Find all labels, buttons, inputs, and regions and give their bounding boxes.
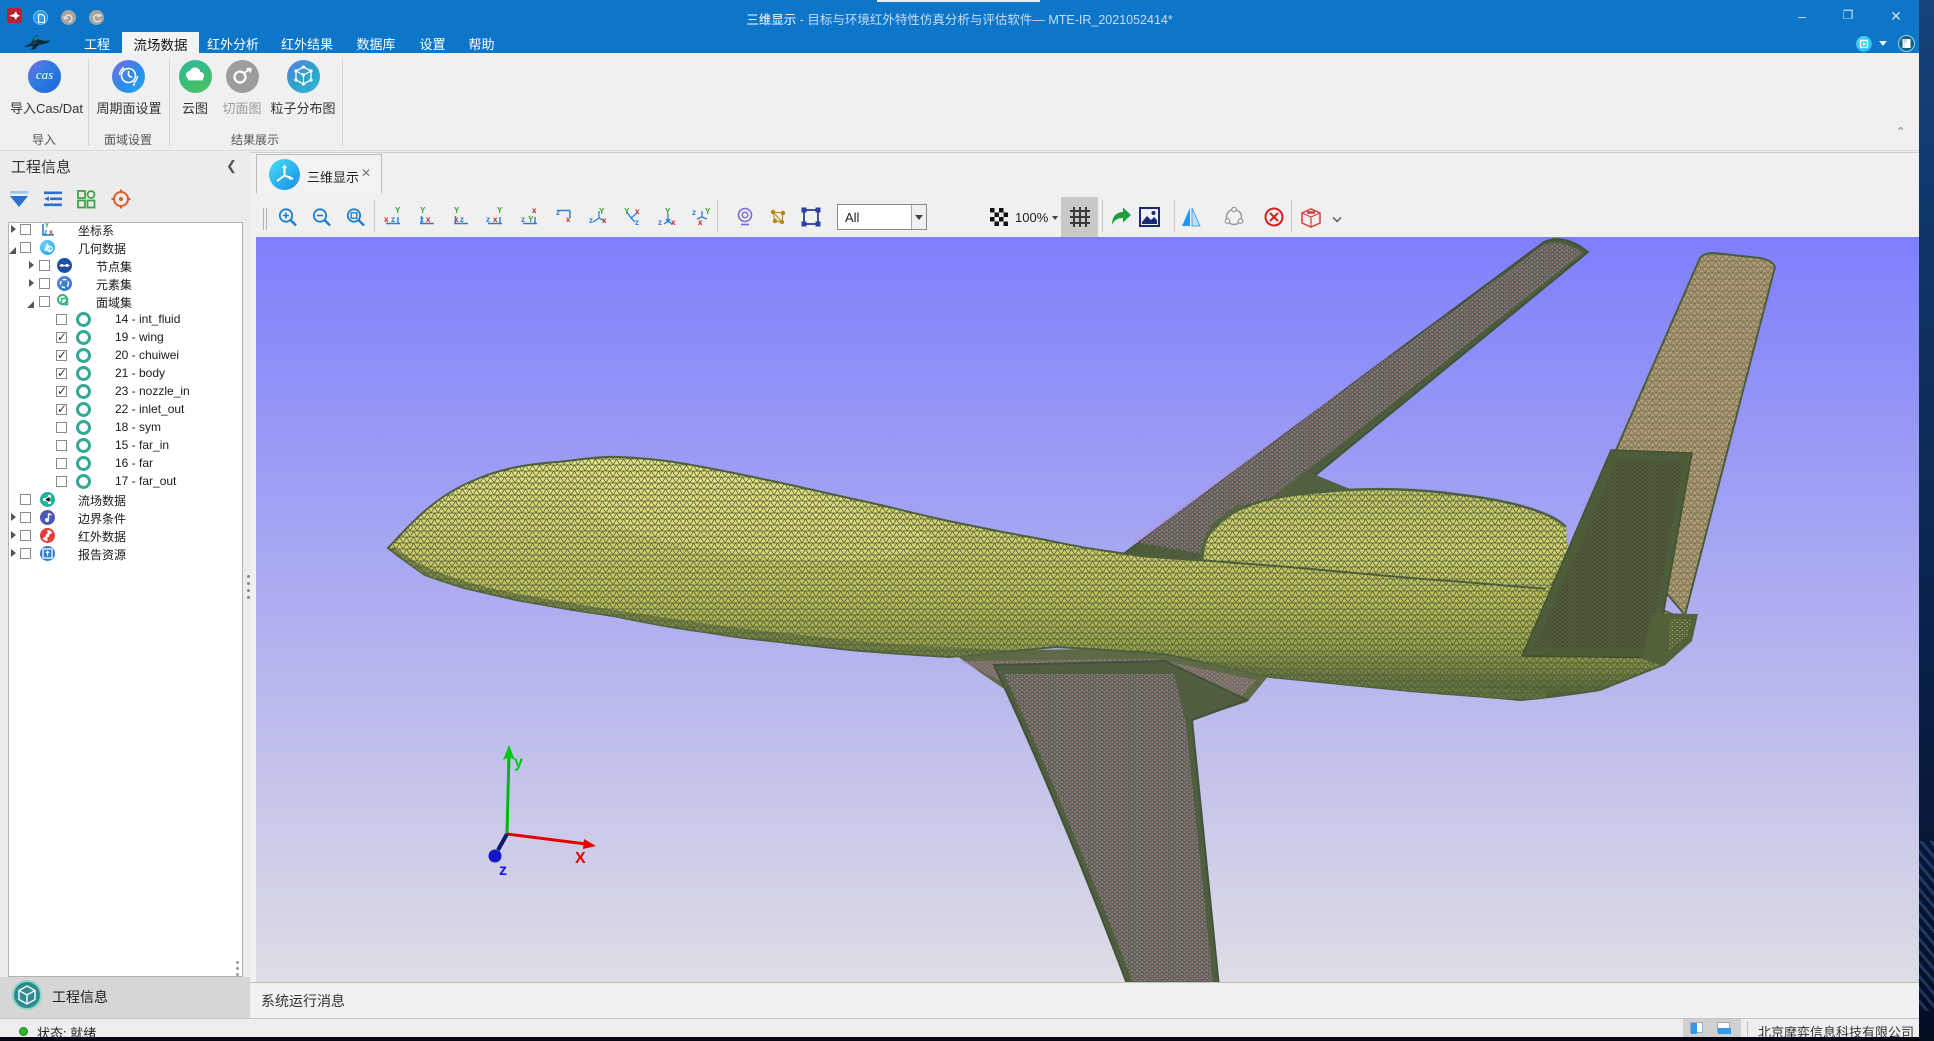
svg-text:Y: Y [420, 206, 426, 215]
svg-text:z: z [499, 862, 507, 879]
svg-text:x: x [49, 230, 53, 237]
svg-text:z: z [486, 215, 490, 224]
svg-text:x: x [698, 218, 703, 227]
svg-text:x: x [671, 218, 676, 227]
svg-text:z: z [44, 230, 48, 237]
svg-text:z: z [391, 215, 395, 224]
svg-text:z: z [521, 215, 525, 224]
svg-text:y: y [514, 754, 523, 771]
svg-text:Y: Y [395, 206, 401, 215]
svg-text:z: z [556, 208, 560, 217]
svg-text:x: x [384, 215, 389, 224]
svg-text:x: x [426, 215, 431, 224]
svg-text:x: x [454, 215, 459, 224]
svg-text:z: z [692, 208, 696, 217]
svg-text:z: z [589, 216, 593, 225]
svg-text:Y: Y [599, 207, 605, 216]
svg-text:z: z [460, 215, 464, 224]
svg-text:Y: Y [497, 206, 503, 215]
svg-text:Y: Y [528, 215, 534, 224]
svg-text:Y: Y [705, 207, 711, 216]
svg-text:X: X [575, 850, 586, 867]
svg-text:Y: Y [454, 206, 460, 215]
svg-text:x: x [532, 206, 537, 215]
svg-text:z: z [635, 218, 639, 227]
svg-text:x: x [493, 215, 498, 224]
svg-text:Y: Y [45, 223, 50, 230]
svg-text:z: z [658, 218, 662, 227]
